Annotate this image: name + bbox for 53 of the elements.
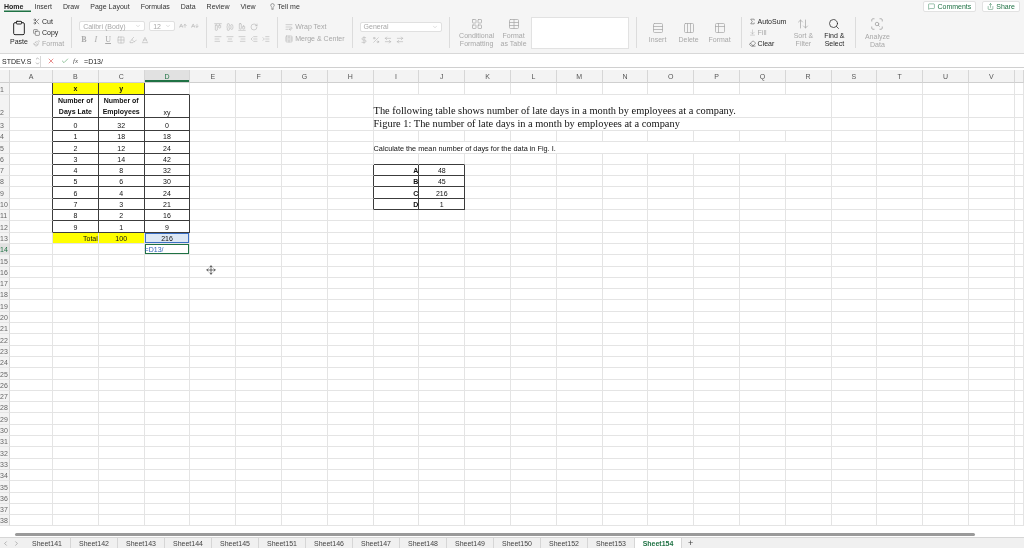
caret-icon bbox=[165, 23, 172, 29]
currency-icon bbox=[359, 35, 368, 44]
copy-icon bbox=[33, 29, 40, 36]
note-text: Figure 1: The number of late days in a month by employees at a company bbox=[373, 118, 832, 131]
scissors-icon bbox=[33, 18, 40, 25]
align-top-icon bbox=[214, 22, 223, 31]
caret-icon bbox=[431, 23, 438, 30]
grid-icon bbox=[470, 17, 483, 30]
align-left-icon bbox=[214, 34, 223, 43]
cursor-icon bbox=[206, 265, 216, 275]
table-icon bbox=[713, 21, 726, 34]
rows-icon bbox=[651, 21, 664, 34]
increase-decimal-icon bbox=[383, 35, 392, 44]
search-icon bbox=[828, 17, 841, 30]
previous-sheet-icon bbox=[2, 539, 9, 547]
next-sheet-icon bbox=[13, 539, 20, 547]
percent-icon bbox=[371, 35, 380, 44]
orientation-icon bbox=[250, 22, 259, 31]
indent-decrease-icon bbox=[250, 34, 259, 43]
cell-styles-gallery[interactable] bbox=[530, 16, 629, 49]
align-right-icon bbox=[238, 34, 247, 43]
borders-icon bbox=[116, 35, 125, 44]
caret-icon bbox=[135, 23, 142, 29]
align-middle-icon bbox=[226, 22, 235, 31]
font-color-icon bbox=[140, 35, 149, 44]
eraser-icon bbox=[748, 40, 756, 47]
decrease-decimal-icon bbox=[395, 35, 404, 44]
align-bottom-icon bbox=[238, 22, 247, 31]
paintbrush-icon bbox=[33, 40, 40, 47]
wrap-text-icon bbox=[285, 22, 294, 31]
cancel-icon bbox=[47, 57, 55, 65]
down-arrow-icon bbox=[748, 29, 756, 36]
share-icon bbox=[987, 2, 995, 10]
scan-icon bbox=[870, 16, 885, 31]
up-caret-icon bbox=[35, 56, 40, 61]
down-caret-icon bbox=[35, 61, 40, 66]
fill-color-icon bbox=[128, 35, 137, 44]
lightbulb-icon bbox=[268, 2, 276, 10]
enter-icon bbox=[61, 57, 69, 65]
add-sheet-button[interactable]: + bbox=[682, 538, 700, 548]
columns-icon bbox=[682, 21, 695, 34]
align-center-icon bbox=[226, 34, 235, 43]
scroll-bar[interactable] bbox=[15, 532, 975, 536]
note-text: The following table shows number of late days in a month by employees at a company. bbox=[373, 95, 832, 118]
indent-increase-icon bbox=[262, 34, 271, 43]
clipboard-icon bbox=[11, 19, 27, 36]
sort-icon bbox=[797, 17, 810, 30]
speech-bubble-icon bbox=[928, 2, 936, 10]
grow-font-icon bbox=[179, 22, 188, 30]
merge-cells-icon bbox=[285, 34, 294, 43]
sigma-icon bbox=[748, 18, 756, 25]
table-icon bbox=[507, 17, 520, 30]
shrink-font-icon bbox=[191, 22, 200, 30]
